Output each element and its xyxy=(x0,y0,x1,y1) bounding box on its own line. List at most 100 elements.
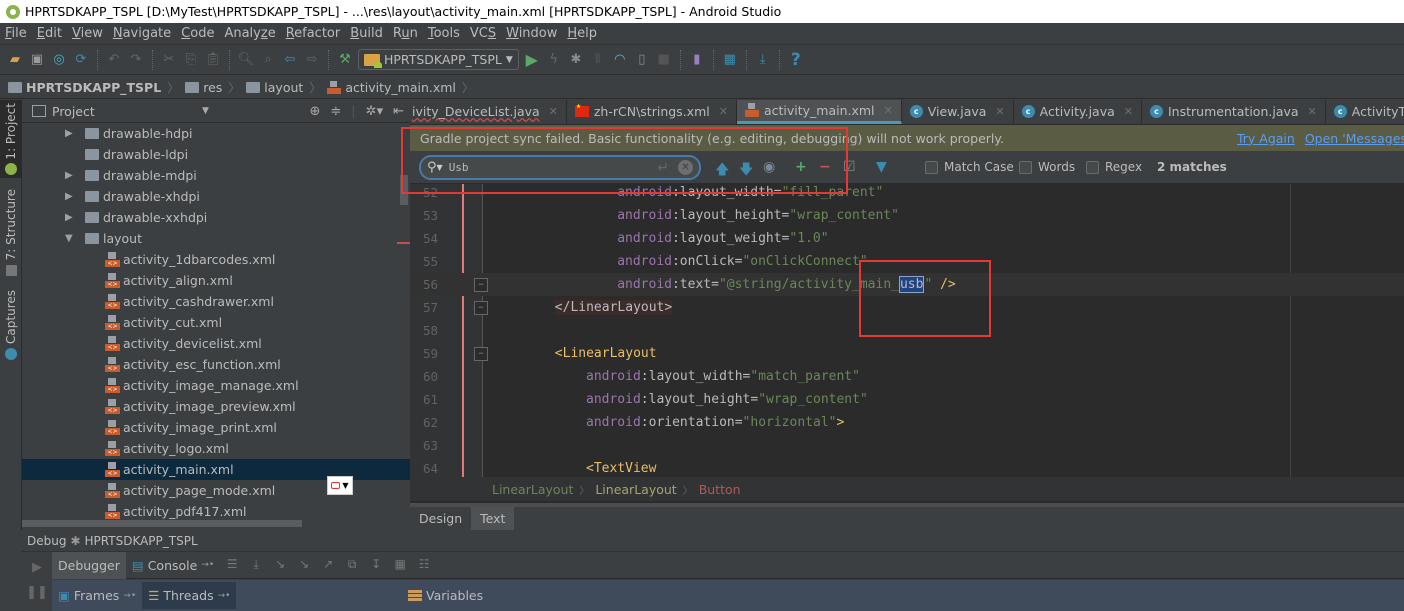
menu-help[interactable]: Help xyxy=(567,26,597,41)
tree-folder[interactable]: ▶ drawable-xxhdpi xyxy=(22,207,410,228)
tree-file[interactable]: activity_align.xml xyxy=(22,270,410,291)
tool-tab-structure[interactable]: 7: Structure xyxy=(0,189,22,276)
profile-icon[interactable]: ◠ xyxy=(611,51,629,69)
filter-icon[interactable]: ▼ xyxy=(876,159,887,175)
paste-icon[interactable]: 📋︎ xyxy=(204,51,222,69)
device-monitor-icon[interactable]: ▯ xyxy=(633,51,651,69)
tab-design[interactable]: Design xyxy=(410,507,471,530)
tree-folder[interactable]: ▶ drawable-xhdpi xyxy=(22,186,410,207)
pin-icon[interactable]: →• xyxy=(218,591,231,601)
tree-file[interactable]: activity_1dbarcodes.xml xyxy=(22,249,410,270)
evaluate-expression-icon[interactable]: ▦ xyxy=(392,557,408,573)
menu-analyze[interactable]: Analyze xyxy=(224,26,275,41)
menu-view[interactable]: View xyxy=(72,26,103,41)
tree-file[interactable]: activity_image_print.xml xyxy=(22,417,410,438)
sync-icon[interactable]: ◎ xyxy=(50,51,68,69)
search-icon[interactable]: ⚲ xyxy=(427,160,437,175)
breadcrumb-res[interactable]: res xyxy=(185,80,222,95)
menu-build[interactable]: Build xyxy=(350,26,383,41)
attach-debugger-icon[interactable]: ⫴ xyxy=(589,51,607,69)
code-editor[interactable]: 52 android:layout_width="fill_parent" 53 an… xyxy=(410,184,1404,477)
stop-icon[interactable]: ■ xyxy=(655,51,673,69)
tag-crumb[interactable]: LinearLayout xyxy=(595,482,676,497)
fold-toggle-icon[interactable]: − xyxy=(474,300,488,315)
checkbox-box[interactable] xyxy=(925,160,938,174)
tree-file[interactable]: activity_logo.xml xyxy=(22,438,410,459)
resume-icon[interactable]: ▶ xyxy=(32,560,42,575)
back-icon[interactable]: ⇦ xyxy=(281,51,299,69)
frames-pane-tab[interactable]: ▣ Frames →• xyxy=(52,582,142,609)
forward-icon[interactable]: ⇨ xyxy=(303,51,321,69)
code-line[interactable]: 64 <TextView xyxy=(410,457,1404,477)
tag-crumb[interactable]: LinearLayout xyxy=(492,482,573,497)
menu-code[interactable]: Code xyxy=(181,26,214,41)
drop-frame-icon[interactable]: ⧉ xyxy=(344,557,360,573)
code-line[interactable]: 52 android:layout_width="fill_parent" xyxy=(410,184,1404,204)
tree-folder[interactable]: ▶ drawable-hdpi xyxy=(22,123,410,144)
tree-folder[interactable]: ▶ drawable-mdpi xyxy=(22,165,410,186)
pin-icon[interactable]: →• xyxy=(201,560,214,570)
regex-checkbox[interactable]: Regex xyxy=(1086,160,1142,174)
sdk-manager-icon[interactable]: ⤓ xyxy=(754,51,772,69)
select-all-occurrences-icon[interactable]: ◉ xyxy=(763,159,775,175)
fold-toggle-icon[interactable]: − xyxy=(474,277,488,292)
comment-popup-badge[interactable]: ▼ xyxy=(327,476,353,495)
menu-refactor[interactable]: Refactor xyxy=(286,26,341,41)
menu-run[interactable]: Run xyxy=(393,26,418,41)
tab-text[interactable]: Text xyxy=(471,507,515,530)
editor-tab[interactable]: activity_main.xml ✕ xyxy=(736,100,902,124)
threads-pane-tab[interactable]: ☰ Threads →• xyxy=(142,582,237,609)
pause-icon[interactable]: ❚❚ xyxy=(26,585,48,600)
cut-icon[interactable]: ✂ xyxy=(160,51,178,69)
tree-file[interactable]: activity_pdf417.xml xyxy=(22,501,410,522)
project-horizontal-scrollbar[interactable] xyxy=(22,520,302,527)
code-line[interactable]: 54 android:layout_weight="1.0" xyxy=(410,227,1404,250)
close-tab-icon[interactable]: ✕ xyxy=(719,105,728,118)
tree-file[interactable]: activity_image_preview.xml xyxy=(22,396,410,417)
menu-file[interactable]: File xyxy=(5,26,27,41)
project-view-select[interactable]: Project xyxy=(52,104,95,119)
match-case-checkbox[interactable]: Match Case xyxy=(925,160,1014,174)
fold-toggle-icon[interactable]: − xyxy=(474,346,488,361)
code-line[interactable]: 61 android:layout_height="wrap_content" xyxy=(410,388,1404,411)
run-to-cursor-icon[interactable]: ↧ xyxy=(368,557,384,573)
code-line[interactable]: 56 − android:text="@string/activity_main_u… xyxy=(410,273,1404,296)
step-out-icon[interactable]: ↗ xyxy=(320,557,336,573)
find-icon[interactable]: 🔍︎ xyxy=(237,51,255,69)
collapse-all-icon[interactable]: ≑ xyxy=(330,104,341,119)
tree-folder[interactable]: drawable-ldpi xyxy=(22,144,410,165)
copy-icon[interactable]: ⎘ xyxy=(182,51,200,69)
pin-icon[interactable]: →• xyxy=(123,591,136,601)
menu-window[interactable]: Window xyxy=(506,26,557,41)
code-line[interactable]: 55 android:onClick="onClickConnect" xyxy=(410,250,1404,273)
tab-debugger[interactable]: Debugger xyxy=(52,551,126,579)
menu-edit[interactable]: Edit xyxy=(37,26,62,41)
run-icon[interactable]: ▶ xyxy=(523,50,541,69)
menu-tools[interactable]: Tools xyxy=(428,26,460,41)
words-checkbox[interactable]: Words xyxy=(1019,160,1075,174)
project-vertical-scrollbar[interactable] xyxy=(400,175,408,205)
search-query-value[interactable]: Usb xyxy=(449,161,469,174)
close-tab-icon[interactable]: ✕ xyxy=(1308,105,1317,118)
code-line[interactable]: 63 xyxy=(410,434,1404,457)
tree-folder[interactable]: ▼ layout xyxy=(22,228,410,249)
apply-changes-icon[interactable]: ϟ xyxy=(545,51,563,69)
close-tab-icon[interactable]: ✕ xyxy=(995,105,1004,118)
show-execution-point-icon[interactable]: ☰ xyxy=(224,557,240,573)
expand-arrow-right-icon[interactable]: ▶ xyxy=(65,191,73,202)
search-history-chevron-icon[interactable]: ▼ xyxy=(437,163,443,172)
editor-tab[interactable]: cActivityThread.java✕ xyxy=(1326,100,1404,124)
code-line[interactable]: 53 android:layout_height="wrap_content" xyxy=(410,204,1404,227)
close-tab-icon[interactable]: ✕ xyxy=(1124,105,1133,118)
expand-arrow-down-icon[interactable]: ▼ xyxy=(65,233,73,244)
force-step-into-icon[interactable]: ↘ xyxy=(296,557,312,573)
variables-pane-tab[interactable]: Variables xyxy=(402,582,489,609)
tool-tab-project[interactable]: 1: Project xyxy=(0,100,22,178)
tree-file[interactable]: activity_cut.xml xyxy=(22,312,410,333)
editor-tab[interactable]: c View.java ✕ xyxy=(902,100,1014,124)
gear-icon[interactable]: ✲▾ xyxy=(366,104,383,119)
trace-icon[interactable]: ☷ xyxy=(416,557,432,573)
hide-panel-icon[interactable]: ⇤ xyxy=(393,104,404,119)
checkbox-box[interactable] xyxy=(1019,160,1032,174)
tab-console[interactable]: ▤ Console →• xyxy=(126,552,220,579)
